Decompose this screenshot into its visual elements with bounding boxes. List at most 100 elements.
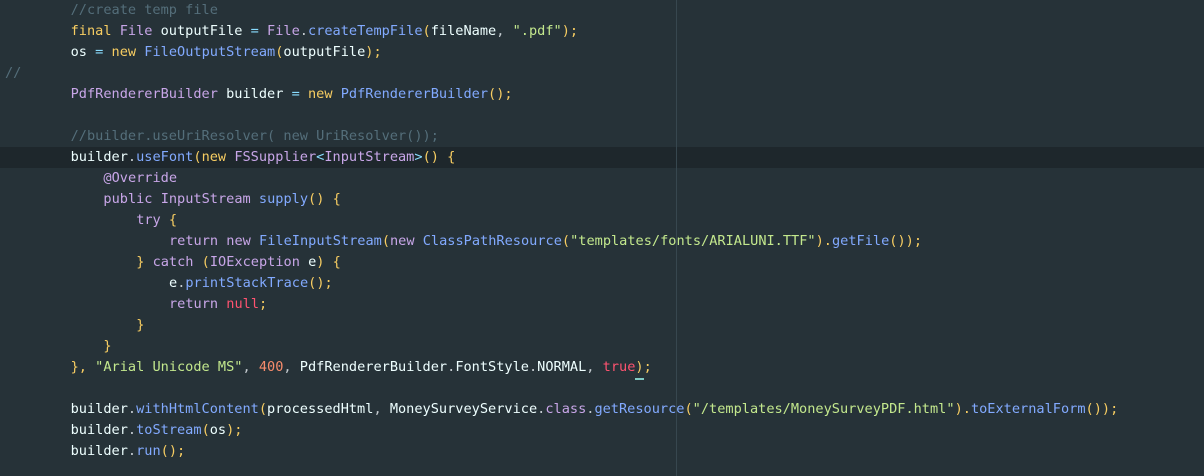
code-line[interactable]: return null; bbox=[0, 294, 1118, 315]
code-token: InputStream bbox=[160, 191, 259, 207]
code-token: > bbox=[414, 149, 423, 165]
cursor-token: ) bbox=[635, 357, 644, 380]
code-token: { bbox=[160, 212, 178, 228]
code-token: try bbox=[136, 212, 161, 228]
code-token: ( bbox=[422, 23, 431, 39]
code-line[interactable]: } bbox=[0, 336, 1118, 357]
code-area[interactable]: //create temp file final File outputFile … bbox=[0, 0, 1118, 462]
code-token: getResource bbox=[594, 401, 685, 417]
code-line[interactable]: try { bbox=[0, 210, 1118, 231]
code-token: ) { bbox=[316, 254, 341, 270]
code-token: ( bbox=[193, 254, 210, 270]
code-token: ".pdf" bbox=[512, 23, 562, 39]
code-token: (); bbox=[308, 275, 333, 291]
code-line[interactable] bbox=[0, 378, 1118, 399]
code-token: true bbox=[602, 359, 636, 375]
code-token: ( bbox=[381, 233, 390, 249]
code-token: , bbox=[283, 359, 300, 375]
code-token: "/templates/MoneySurveyPDF.html" bbox=[692, 401, 955, 417]
code-line[interactable]: builder.useFont(new FSSupplier<InputStre… bbox=[0, 147, 1118, 168]
code-token: ; bbox=[259, 296, 268, 312]
code-token: outputFile bbox=[160, 23, 243, 39]
code-token: , bbox=[586, 359, 603, 375]
code-token: printStackTrace bbox=[185, 275, 309, 291]
code-token: }, bbox=[70, 359, 96, 375]
code-line[interactable]: } bbox=[0, 315, 1118, 336]
code-token: ); bbox=[365, 44, 382, 60]
code-token: , bbox=[242, 359, 259, 375]
code-token: outputFile bbox=[283, 44, 366, 60]
code-token: InputStream bbox=[324, 149, 415, 165]
code-line[interactable]: public InputStream supply() { bbox=[0, 189, 1118, 210]
code-token: getFile bbox=[831, 233, 890, 249]
code-token: new bbox=[201, 149, 235, 165]
code-token: . bbox=[127, 149, 137, 165]
code-editor[interactable]: //create temp file final File outputFile … bbox=[0, 0, 1204, 476]
code-token: MoneySurveyService bbox=[389, 401, 538, 417]
code-token: } bbox=[136, 317, 145, 333]
code-token: PdfRendererBuilder bbox=[340, 86, 489, 102]
code-line[interactable]: e.printStackTrace(); bbox=[0, 273, 1118, 294]
code-token: builder bbox=[226, 86, 284, 102]
code-token: processedHtml bbox=[267, 401, 374, 417]
code-token: //builder.useUriResolver( new UriResolve… bbox=[70, 128, 439, 144]
code-token: , bbox=[373, 401, 390, 417]
code-token: () { bbox=[422, 149, 456, 165]
code-token: toExternalForm bbox=[970, 401, 1086, 417]
code-token: . bbox=[127, 422, 137, 438]
code-token: , bbox=[496, 23, 513, 39]
code-token: new bbox=[111, 44, 145, 60]
code-token: null bbox=[226, 296, 260, 312]
code-token: final bbox=[70, 23, 120, 39]
code-token: builder bbox=[70, 401, 128, 417]
code-token: = bbox=[86, 44, 112, 60]
code-token: @Override bbox=[103, 170, 178, 186]
code-token: ); bbox=[226, 422, 243, 438]
code-token: ClassPathResource bbox=[422, 233, 562, 249]
code-token: . bbox=[127, 443, 137, 459]
code-line[interactable] bbox=[0, 105, 1118, 126]
code-token: useFont bbox=[136, 149, 194, 165]
code-token: ); bbox=[561, 23, 579, 39]
code-token: supply bbox=[258, 191, 309, 207]
code-token: = bbox=[242, 23, 268, 39]
code-token: catch bbox=[152, 254, 194, 270]
code-line[interactable]: //builder.useUriResolver( new UriResolve… bbox=[0, 126, 1118, 147]
code-token: new bbox=[307, 86, 341, 102]
code-token: . bbox=[528, 359, 538, 375]
code-token: } bbox=[136, 254, 153, 270]
code-line[interactable]: PdfRendererBuilder builder = new PdfRend… bbox=[0, 84, 1118, 105]
code-token: FSSupplier bbox=[234, 149, 317, 165]
code-token: (); bbox=[160, 443, 186, 459]
code-token: os bbox=[209, 422, 227, 438]
code-line[interactable]: return new FileInputStream(new ClassPath… bbox=[0, 231, 1118, 252]
code-line[interactable]: //create temp file bbox=[0, 0, 1118, 21]
code-token: IOException bbox=[209, 254, 309, 270]
code-token: File bbox=[119, 23, 161, 39]
code-token: ( bbox=[201, 422, 210, 438]
code-token: ( bbox=[684, 401, 693, 417]
code-line[interactable]: builder.run(); bbox=[0, 441, 1118, 462]
code-line[interactable]: builder.withHtmlContent(processedHtml, M… bbox=[0, 399, 1119, 420]
code-token: createTempFile bbox=[307, 23, 423, 39]
code-token: builder bbox=[70, 443, 128, 459]
code-line[interactable]: final File outputFile = File.createTempF… bbox=[0, 21, 1118, 42]
code-token: ( bbox=[258, 401, 268, 417]
code-token: FileInputStream bbox=[259, 233, 382, 249]
code-token: } bbox=[103, 338, 112, 354]
code-line[interactable]: @Override bbox=[0, 168, 1118, 189]
code-token: e bbox=[169, 275, 178, 291]
code-line[interactable]: // bbox=[0, 63, 1118, 84]
code-token: () { bbox=[308, 191, 341, 207]
code-token: 400 bbox=[258, 359, 284, 375]
code-token: ()); bbox=[889, 233, 923, 249]
code-line[interactable]: os = new FileOutputStream(outputFile); bbox=[0, 42, 1118, 63]
code-line[interactable]: }, "Arial Unicode MS", 400, PdfRendererB… bbox=[0, 357, 1118, 380]
code-token: return bbox=[169, 296, 227, 312]
code-token: File bbox=[267, 23, 300, 39]
code-token: = bbox=[283, 86, 308, 102]
code-token: . bbox=[127, 401, 137, 417]
code-token: ( bbox=[561, 233, 571, 249]
code-line[interactable]: } catch (IOException e) { bbox=[0, 252, 1118, 273]
code-line[interactable]: builder.toStream(os); bbox=[0, 420, 1118, 441]
